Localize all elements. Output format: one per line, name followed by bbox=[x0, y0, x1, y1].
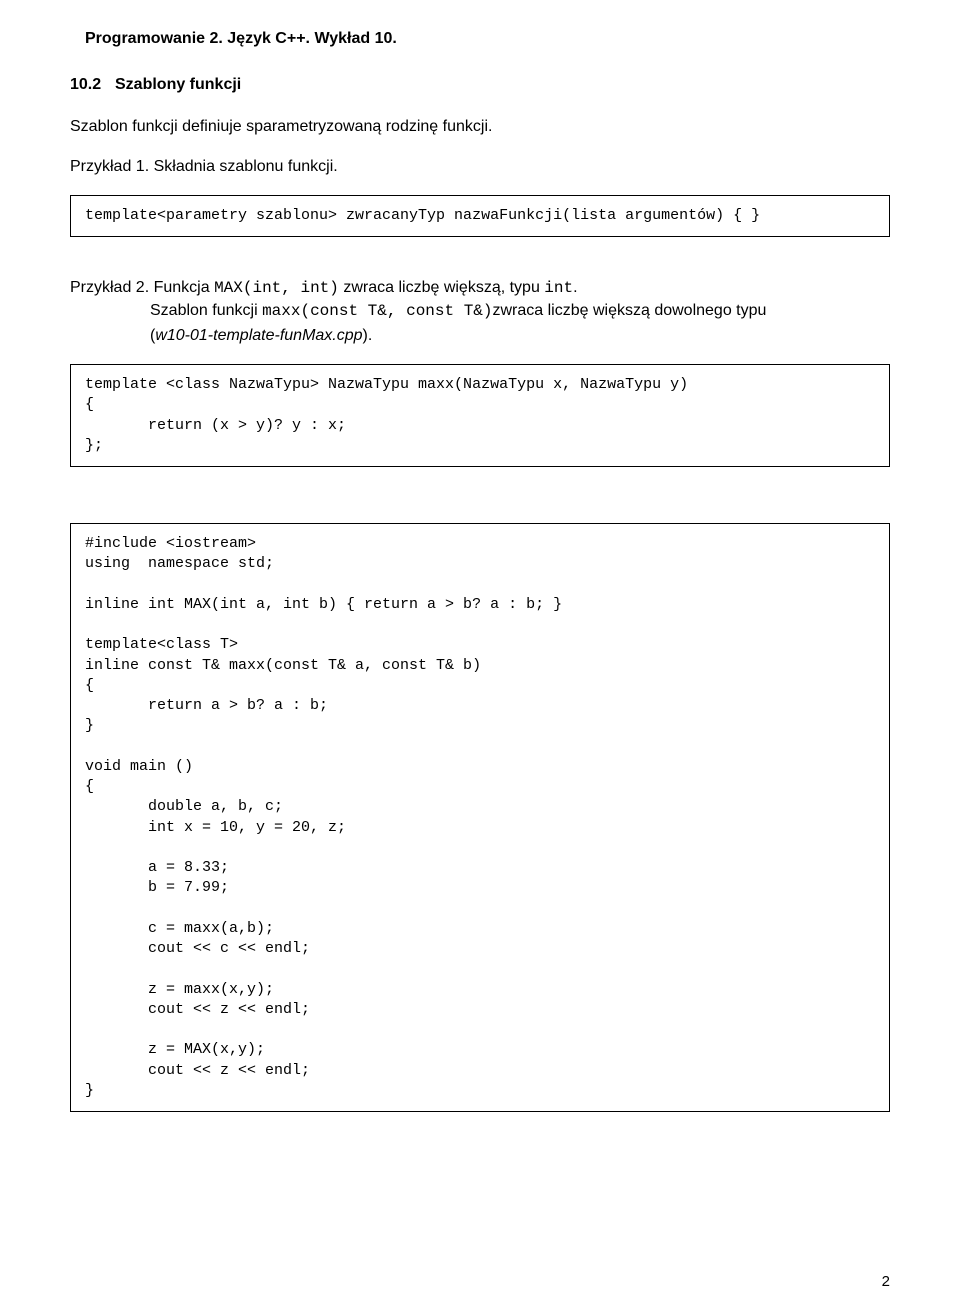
code-line: template<parametry szablonu> zwracanyTyp… bbox=[85, 207, 760, 224]
page-container: Programowanie 2. Język C++. Wykład 10. 1… bbox=[0, 0, 960, 1310]
code-line: }; bbox=[85, 437, 103, 454]
code-line: a = 8.33; bbox=[85, 859, 229, 876]
code-line: using namespace std; bbox=[85, 555, 274, 572]
code-line: { bbox=[85, 677, 94, 694]
text: . bbox=[573, 279, 577, 296]
example1-label: Przykład 1. Składnia szablonu funkcji. bbox=[70, 156, 890, 178]
document-title: Programowanie 2. Język C++. Wykład 10. bbox=[85, 30, 890, 48]
section-number: 10.2 bbox=[70, 76, 115, 94]
text: Szablon funkcji bbox=[150, 302, 262, 319]
code-line: } bbox=[85, 717, 94, 734]
code-line: void main () bbox=[85, 758, 193, 775]
code-line: z = MAX(x,y); bbox=[85, 1041, 265, 1058]
example2-line1: Przykład 2. Funkcja MAX(int, int) zwraca… bbox=[70, 277, 890, 300]
code-line: inline const T& maxx(const T& a, const T… bbox=[85, 657, 481, 674]
code-line: int x = 10, y = 20, z; bbox=[85, 819, 346, 836]
code-line: #include <iostream> bbox=[85, 535, 256, 552]
text: ). bbox=[363, 327, 373, 344]
text: Przykład 2. Funkcja bbox=[70, 279, 214, 296]
inline-code: int bbox=[544, 279, 573, 297]
example2-indent2: (w10-01-template-funMax.cpp). bbox=[70, 325, 890, 347]
code-line: return a > b? a : b; bbox=[85, 697, 328, 714]
code-box-1: template<parametry szablonu> zwracanyTyp… bbox=[70, 195, 890, 237]
text: zwraca liczbę większą, typu bbox=[339, 279, 544, 296]
inline-code: MAX(int, int) bbox=[214, 279, 339, 297]
code-line: double a, b, c; bbox=[85, 798, 283, 815]
example2-indent1: Szablon funkcji maxx(const T&, const T&)… bbox=[70, 300, 890, 323]
code-line: z = maxx(x,y); bbox=[85, 981, 274, 998]
text: zwraca liczbę większą dowolnego typu bbox=[493, 302, 767, 319]
code-box-2: template <class NazwaTypu> NazwaTypu max… bbox=[70, 364, 890, 467]
code-line: } bbox=[85, 1082, 94, 1099]
code-line: template<class T> bbox=[85, 636, 238, 653]
page-number: 2 bbox=[882, 1273, 890, 1290]
code-line: cout << c << endl; bbox=[85, 940, 310, 957]
code-line: b = 7.99; bbox=[85, 879, 229, 896]
intro-paragraph: Szablon funkcji definiuje sparametryzowa… bbox=[70, 116, 890, 138]
code-line: c = maxx(a,b); bbox=[85, 920, 274, 937]
filename-italic: w10-01-template-funMax.cpp bbox=[155, 327, 362, 344]
code-line: { bbox=[85, 778, 94, 795]
section-title: Szablony funkcji bbox=[115, 76, 241, 94]
code-line: { bbox=[85, 396, 94, 413]
code-line: inline int MAX(int a, int b) { return a … bbox=[85, 596, 562, 613]
code-line: template <class NazwaTypu> NazwaTypu max… bbox=[85, 376, 688, 393]
inline-code: maxx(const T&, const T&) bbox=[262, 302, 492, 320]
code-line: cout << z << endl; bbox=[85, 1062, 310, 1079]
code-box-3: #include <iostream> using namespace std;… bbox=[70, 523, 890, 1112]
code-line: return (x > y)? y : x; bbox=[85, 417, 346, 434]
code-line: cout << z << endl; bbox=[85, 1001, 310, 1018]
section-heading: 10.2 Szablony funkcji bbox=[70, 76, 890, 94]
